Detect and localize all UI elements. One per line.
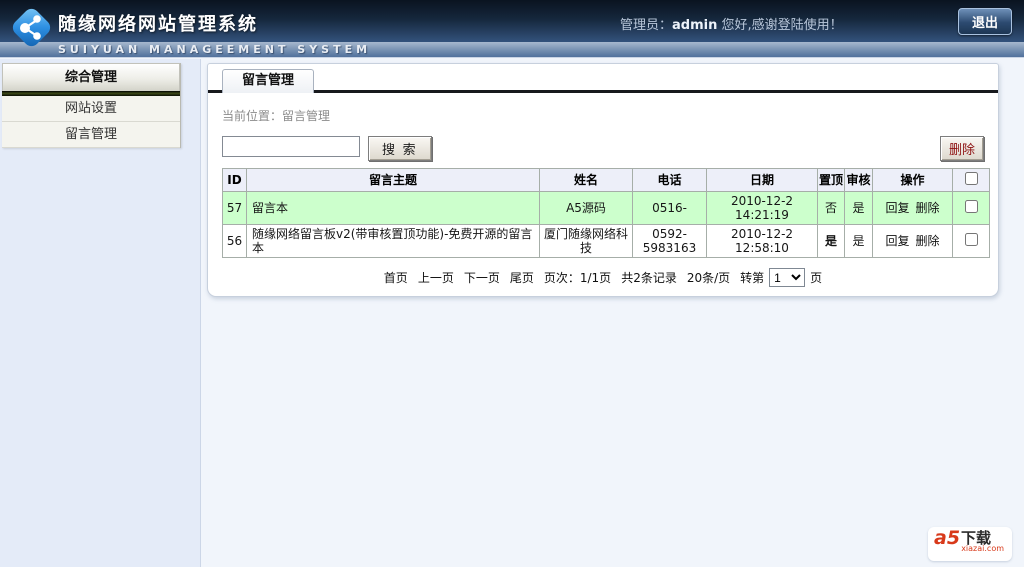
content-panel: 留言管理 当前位置：留言管理 搜 索 删除 ID 留言主题 姓名 电话 日期 置… <box>207 63 999 297</box>
select-all-checkbox[interactable] <box>964 172 978 185</box>
sidebar-section-general[interactable]: 综合管理 <box>2 63 180 91</box>
cell-name: A5源码 <box>539 191 633 225</box>
pager-prev[interactable]: 上一页 <box>418 271 454 285</box>
search-row: 搜 索 删除 <box>222 136 984 161</box>
pager-last[interactable]: 尾页 <box>510 271 534 285</box>
col-actions: 操作 <box>872 168 953 192</box>
a5-logo-mark: a5 <box>934 527 961 549</box>
breadcrumb: 当前位置：留言管理 <box>222 109 331 123</box>
col-id: ID <box>222 168 247 192</box>
header-subbar: SUIYUAN MANAGEEMENT SYSTEM <box>0 42 1024 58</box>
pagination: 首页 上一页 下一页 尾页 页次：1/1页 共2条记录 20条/页 转第 1 页 <box>222 268 984 287</box>
col-subject: 留言主题 <box>246 168 540 192</box>
app-subtitle: SUIYUAN MANAGEEMENT SYSTEM <box>58 43 372 56</box>
delete-link[interactable]: 删除 <box>916 201 940 215</box>
pager-first[interactable]: 首页 <box>384 271 408 285</box>
col-select <box>952 168 990 192</box>
pager-goto-label: 转第 <box>740 270 765 285</box>
sidebar-item-site-settings[interactable]: 网站设置 <box>2 96 180 122</box>
pager-page-info: 页次：1/1页 <box>543 270 612 285</box>
col-phone: 电话 <box>632 168 707 192</box>
search-input[interactable] <box>222 136 360 157</box>
table-row: 57 留言本 A5源码 0516- 2010-12-2 14:21:19 否 是… <box>222 191 990 225</box>
cell-name: 厦门随缘网络科技 <box>539 224 633 258</box>
admin-username: admin <box>672 18 718 33</box>
page: 随缘网络网站管理系统 管理员：admin 您好,感谢登陆使用！ 退出 SUIYU… <box>0 0 1024 567</box>
logout-button[interactable]: 退出 <box>957 8 1012 35</box>
col-date: 日期 <box>706 168 818 192</box>
cell-select <box>952 224 990 258</box>
table-row: 56 随缘网络留言板v2(带审核置顶功能)-免费开源的留言本 厦门随缘网络科技 … <box>222 224 990 258</box>
row-checkbox[interactable] <box>964 200 978 213</box>
pager-goto-suffix: 页 <box>810 270 823 285</box>
cell-phone: 0516- <box>632 191 707 225</box>
pager-total: 共2条记录 <box>621 270 677 285</box>
pager-goto-select[interactable]: 1 <box>769 268 806 287</box>
pager-next[interactable]: 下一页 <box>464 271 500 285</box>
admin-label: 管理员： <box>620 18 673 33</box>
delete-link[interactable]: 删除 <box>916 234 940 248</box>
cell-actions: 回复 删除 <box>872 191 953 225</box>
top-header: 随缘网络网站管理系统 管理员：admin 您好,感谢登陆使用！ 退出 <box>0 0 1024 47</box>
sidebar: 综合管理 网站设置 留言管理 <box>0 59 201 567</box>
reply-link[interactable]: 回复 <box>885 234 909 248</box>
sidebar-item-message-manage[interactable]: 留言管理 <box>2 122 180 148</box>
greeting-text: 您好,感谢登陆使用！ <box>721 18 843 33</box>
admin-greeting: 管理员：admin 您好,感谢登陆使用！ <box>620 14 843 33</box>
cell-id: 57 <box>222 191 247 225</box>
table-header-row: ID 留言主题 姓名 电话 日期 置顶 审核 操作 <box>222 168 990 192</box>
pager-per-page: 20条/页 <box>686 270 731 285</box>
reply-link[interactable]: 回复 <box>885 201 909 215</box>
cell-date: 2010-12-2 12:58:10 <box>706 224 818 258</box>
cell-actions: 回复 删除 <box>872 224 953 258</box>
share-diamond-icon <box>8 3 56 56</box>
tab-row: 留言管理 <box>208 64 998 93</box>
cell-top: 否 <box>817 191 845 225</box>
tab-message-manage[interactable]: 留言管理 <box>222 69 315 93</box>
cell-select <box>952 191 990 225</box>
cell-date: 2010-12-2 14:21:19 <box>706 191 818 225</box>
col-audit: 审核 <box>844 168 873 192</box>
cell-phone: 0592-5983163 <box>632 224 707 258</box>
cell-audit: 是 <box>844 224 873 258</box>
cell-id: 56 <box>222 224 247 258</box>
panel-body: 当前位置：留言管理 搜 索 删除 ID 留言主题 姓名 电话 日期 置顶 审核 … <box>208 93 998 287</box>
cell-subject: 留言本 <box>246 191 540 225</box>
cell-audit: 是 <box>844 191 873 225</box>
row-checkbox[interactable] <box>964 233 978 246</box>
message-table: ID 留言主题 姓名 电话 日期 置顶 审核 操作 57 留言本 A5源码 05… <box>222 168 990 258</box>
cell-subject: 随缘网络留言板v2(带审核置顶功能)-免费开源的留言本 <box>246 224 540 258</box>
app-title: 随缘网络网站管理系统 <box>58 14 258 35</box>
col-name: 姓名 <box>539 168 633 192</box>
col-top: 置顶 <box>817 168 845 192</box>
delete-selected-button[interactable]: 删除 <box>939 136 984 161</box>
sidebar-menu: 综合管理 网站设置 留言管理 <box>2 63 181 148</box>
search-button[interactable]: 搜 索 <box>368 136 432 161</box>
a5xiazai-logo[interactable]: a5 下载 xiazai.com <box>928 527 1012 561</box>
cell-top: 是 <box>817 224 845 258</box>
